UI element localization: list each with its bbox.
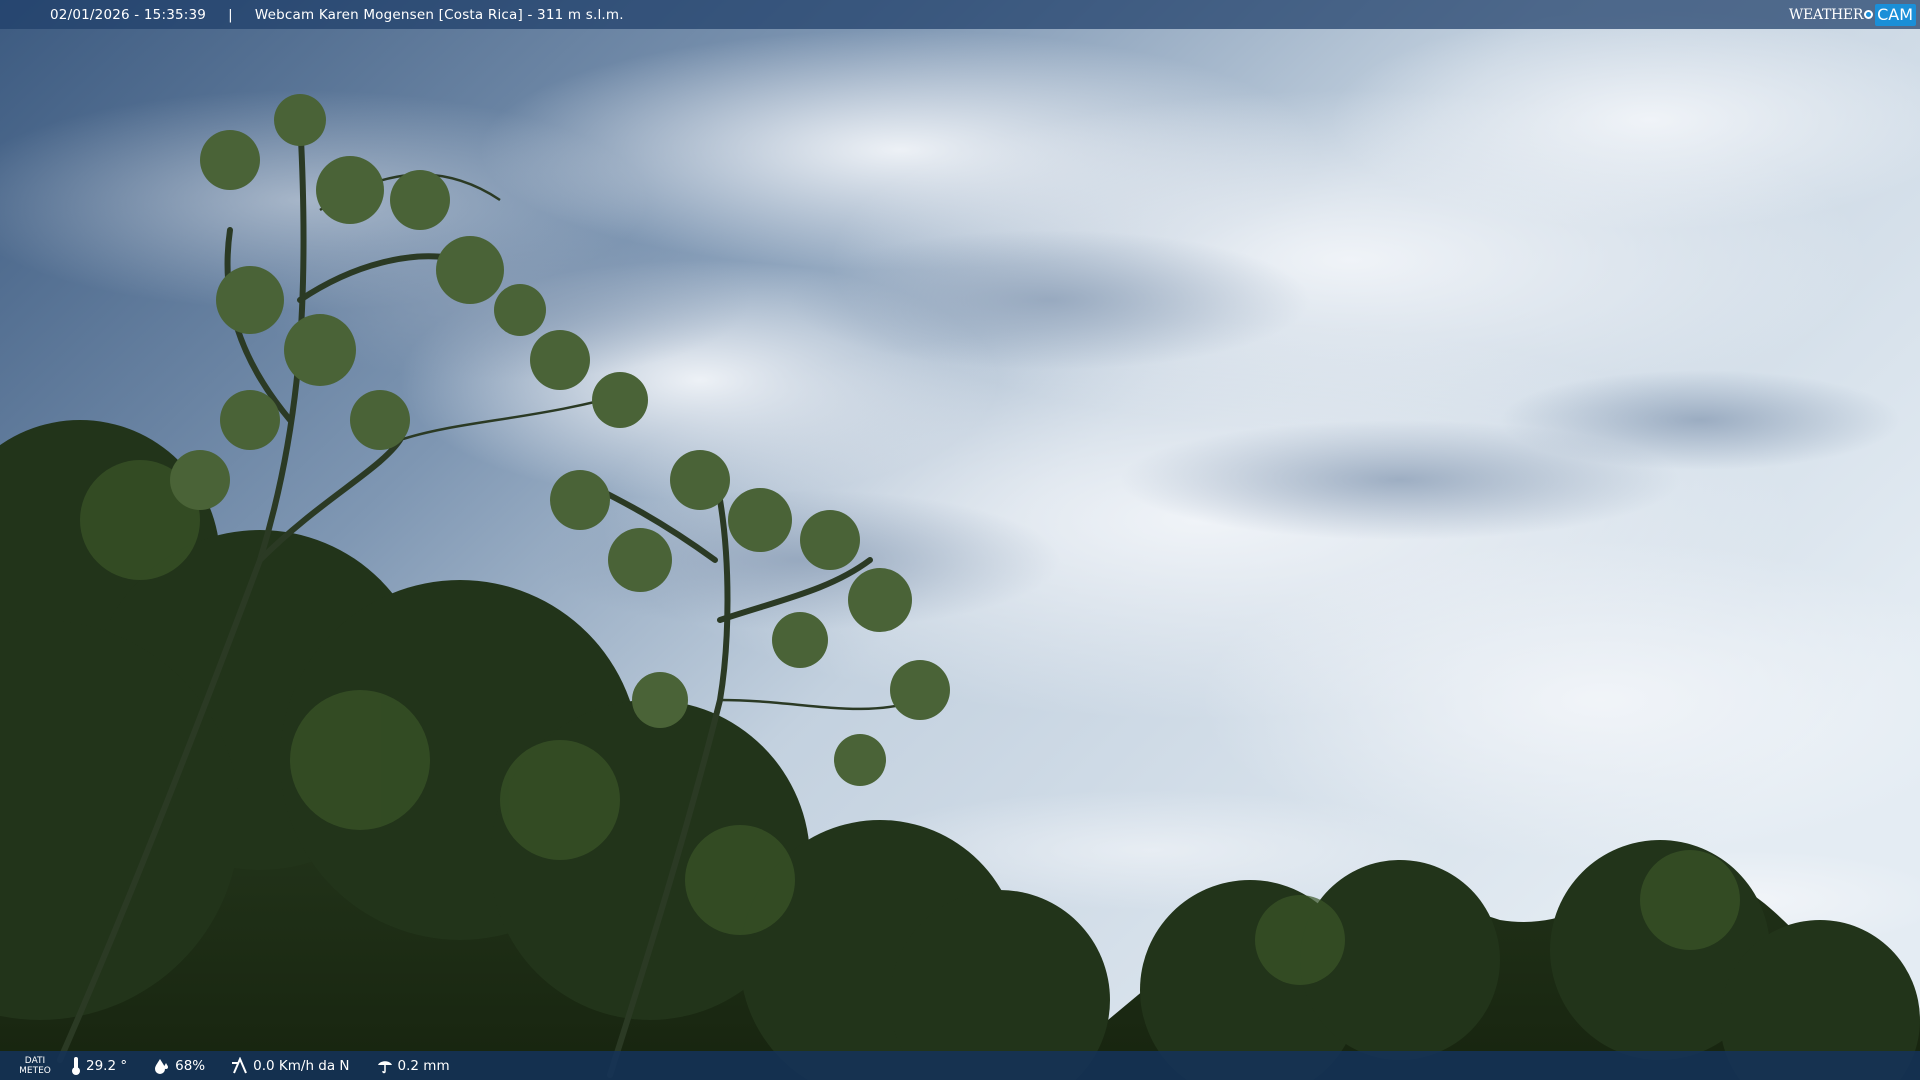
separator: |: [228, 6, 233, 23]
webcam-frame: 02/01/2026 - 15:35:39 | Webcam Karen Mog…: [0, 0, 1920, 1080]
rain-value: 0.2 mm: [397, 1057, 450, 1074]
thermometer-icon: [72, 1056, 80, 1075]
timestamp: 02/01/2026 - 15:35:39: [50, 6, 207, 23]
rain-icon: [377, 1060, 392, 1073]
wind-value: 0.0 Km/h da N: [253, 1057, 350, 1074]
meteo-data-bar: DATI METEO 29.2 ° 68% 0.0 Km/h da N 0.2 …: [0, 1051, 1920, 1080]
logo-weather-text: WEATHER: [1788, 6, 1864, 23]
humidity-reading: 68%: [153, 1057, 205, 1075]
webcam-info-bar: 02/01/2026 - 15:35:39 | Webcam Karen Mog…: [0, 0, 1920, 29]
water-drop-icon: [155, 1058, 169, 1074]
webcam-location: Webcam Karen Mogensen [Costa Rica] - 311…: [254, 6, 624, 23]
weathercam-logo: WEATHER CAM: [1789, 3, 1916, 26]
rain-reading: 0.2 mm: [376, 1057, 450, 1075]
meteo-label-line2: METEO: [19, 1065, 51, 1076]
temperature-reading: 29.2 °: [70, 1056, 127, 1076]
webcam-image: [0, 0, 1920, 1080]
logo-cam-text: CAM: [1875, 3, 1916, 26]
meteo-label-line1: DATI: [24, 1055, 46, 1066]
temperature-value: 29.2 °: [86, 1057, 128, 1074]
wind-reading: 0.0 Km/h da N: [231, 1056, 350, 1075]
logo-dot-icon: [1864, 10, 1874, 19]
meteo-label: DATI METEO: [0, 1056, 70, 1076]
wind-icon: [232, 1056, 248, 1073]
humidity-value: 68%: [175, 1057, 206, 1074]
